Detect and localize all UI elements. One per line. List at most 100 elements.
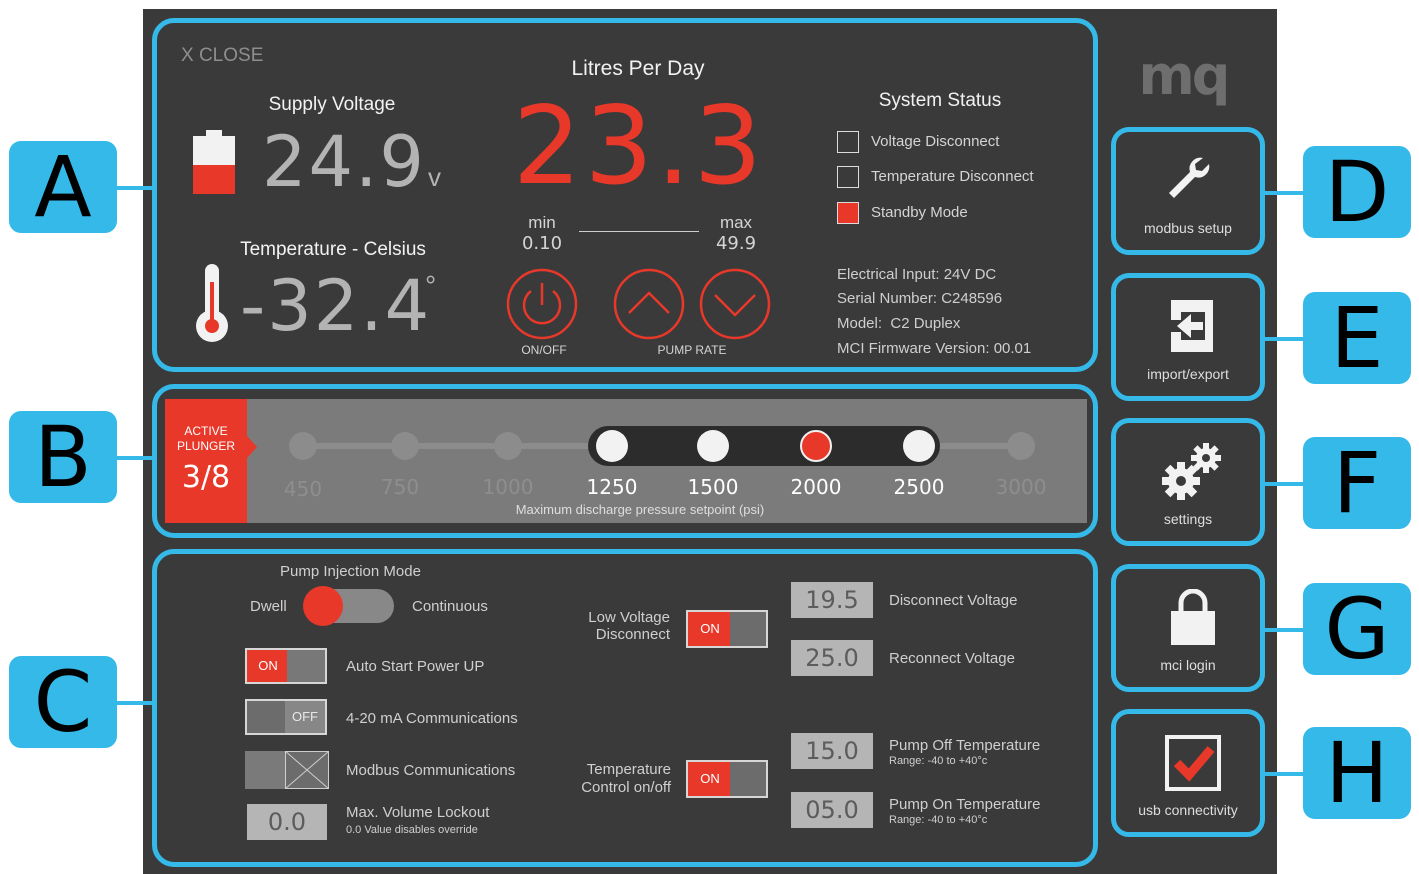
pressure-label-1000: 1000 xyxy=(482,475,534,499)
voltage-disconnect-checkbox xyxy=(837,131,859,153)
info-model: Model: C2 Duplex xyxy=(837,315,961,332)
pressure-dot-1000[interactable] xyxy=(494,432,522,460)
callout-f: F xyxy=(1303,437,1411,529)
disconnect-voltage-input[interactable]: 19.5 xyxy=(791,582,873,618)
mq-logo: mq xyxy=(1138,44,1231,107)
temperature-title: Temperature - Celsius xyxy=(240,239,426,260)
pressure-dot-1500[interactable] xyxy=(697,430,729,462)
callout-c-leader xyxy=(116,701,156,705)
standby-mode-checkbox xyxy=(837,202,859,224)
callout-h-leader xyxy=(1262,772,1304,776)
pump-off-temp-input[interactable]: 15.0 xyxy=(791,733,873,769)
pump-on-temp-input[interactable]: 05.0 xyxy=(791,792,873,828)
pressure-label-1500: 1500 xyxy=(687,475,739,499)
callout-a: A xyxy=(9,141,117,233)
mci-login-label: mci login xyxy=(1160,657,1216,673)
wrench-icon xyxy=(1169,157,1210,198)
low-voltage-on-state: ON xyxy=(688,612,732,646)
callout-d-leader xyxy=(1262,191,1304,195)
import-export-icon xyxy=(1171,300,1213,352)
temp-control-on-state: ON xyxy=(688,762,732,796)
temp-control-switch[interactable]: ON xyxy=(686,760,768,798)
pressure-dot-450[interactable] xyxy=(289,432,317,460)
injection-mode-dwell: Dwell xyxy=(250,598,287,615)
pump-rate-down-button[interactable] xyxy=(698,267,772,341)
min-label: min xyxy=(528,213,556,232)
supply-voltage-unit: v xyxy=(428,162,441,192)
pressure-dot-2500[interactable] xyxy=(903,430,935,462)
callout-a-leader xyxy=(116,186,156,190)
checkbox-checked-icon xyxy=(1165,735,1221,791)
reconnect-voltage-input[interactable]: 25.0 xyxy=(791,640,873,676)
settings-label: settings xyxy=(1163,511,1213,527)
modbus-setup-button[interactable]: modbus setup xyxy=(1111,127,1265,255)
pressure-label-2000: 2000 xyxy=(790,475,842,499)
ma-comms-label: 4-20 mA Communications xyxy=(346,710,518,727)
callout-g-leader xyxy=(1262,628,1304,632)
modbus-comms-switch-disabled[interactable] xyxy=(245,751,329,789)
pressure-dot-2000-selected[interactable] xyxy=(800,430,832,462)
power-button[interactable] xyxy=(505,267,579,341)
system-status-title: System Status xyxy=(878,90,1002,111)
max-value: 49.9 xyxy=(715,233,757,254)
injection-mode-title: Pump Injection Mode xyxy=(280,563,421,580)
max-volume-label: Max. Volume Lockout xyxy=(346,804,490,821)
disabled-x-icon xyxy=(285,751,329,789)
max-volume-input[interactable]: 0.0 xyxy=(247,804,327,840)
pump-rate-up-button[interactable] xyxy=(612,267,686,341)
pressure-label-3000: 3000 xyxy=(995,475,1047,499)
close-button[interactable]: X CLOSE xyxy=(181,45,263,67)
pump-off-temp-label: Pump Off Temperature xyxy=(889,737,1041,754)
callout-e: E xyxy=(1303,292,1411,384)
import-export-button[interactable]: import/export xyxy=(1111,273,1265,401)
mci-login-button[interactable]: mci login xyxy=(1111,564,1265,692)
ma-comms-switch[interactable]: OFF xyxy=(245,699,327,735)
settings-button[interactable]: settings xyxy=(1111,418,1265,546)
min-max-divider xyxy=(579,231,699,232)
ma-comms-off-state: OFF xyxy=(285,701,325,733)
pressure-label-2500: 2500 xyxy=(893,475,945,499)
temperature-disconnect-checkbox xyxy=(837,166,859,188)
callout-e-leader xyxy=(1262,337,1304,341)
temperature-disconnect-label: Temperature Disconnect xyxy=(871,168,1034,185)
pump-on-temp-range: Range: -40 to +40°c xyxy=(889,814,988,826)
supply-voltage-title: Supply Voltage xyxy=(268,94,396,115)
temperature-value: -32.4 xyxy=(240,265,432,347)
plunger-badge-arrow xyxy=(247,436,257,458)
pressure-active-range xyxy=(588,426,940,466)
min-value: 0.10 xyxy=(521,233,563,254)
injection-mode-knob[interactable] xyxy=(303,586,343,626)
pressure-caption: Maximum discharge pressure setpoint (psi… xyxy=(515,502,765,517)
disconnect-voltage-label: Disconnect Voltage xyxy=(889,592,1018,609)
low-voltage-label-1: Low Voltage xyxy=(588,609,670,626)
temp-control-label-2: Control on/off xyxy=(581,779,671,796)
lock-icon xyxy=(1171,589,1215,645)
lpd-value: 23.3 xyxy=(512,84,766,209)
max-volume-sublabel: 0.0 Value disables override xyxy=(346,824,478,836)
thermometer-icon xyxy=(196,264,228,342)
gears-icon xyxy=(1162,443,1221,500)
pressure-label-1250: 1250 xyxy=(586,475,638,499)
usb-connectivity-button[interactable]: usb connectivity xyxy=(1111,709,1265,837)
usb-connectivity-label: usb connectivity xyxy=(1138,802,1238,818)
callout-h: H xyxy=(1303,727,1411,819)
pressure-dot-1250[interactable] xyxy=(596,430,628,462)
auto-start-on-state: ON xyxy=(247,650,289,682)
callout-d: D xyxy=(1303,146,1411,238)
pump-on-temp-label: Pump On Temperature xyxy=(889,796,1041,813)
callout-c: C xyxy=(9,656,117,748)
pressure-dot-3000[interactable] xyxy=(1007,432,1035,460)
voltage-disconnect-label: Voltage Disconnect xyxy=(871,133,1000,150)
low-voltage-switch[interactable]: ON xyxy=(686,610,768,648)
active-plunger-label: ACTIVE xyxy=(184,424,228,438)
reconnect-voltage-label: Reconnect Voltage xyxy=(889,650,1015,667)
injection-mode-continuous: Continuous xyxy=(412,598,488,615)
auto-start-switch[interactable]: ON xyxy=(245,648,327,684)
low-voltage-label-2: Disconnect xyxy=(595,626,670,643)
pump-off-temp-range: Range: -40 to +40°c xyxy=(889,755,988,767)
supply-voltage-value: 24.9 xyxy=(262,121,426,203)
plunger-label: PLUNGER xyxy=(176,439,235,453)
battery-icon xyxy=(193,130,235,194)
auto-start-label: Auto Start Power UP xyxy=(346,658,485,675)
pressure-dot-750[interactable] xyxy=(391,432,419,460)
